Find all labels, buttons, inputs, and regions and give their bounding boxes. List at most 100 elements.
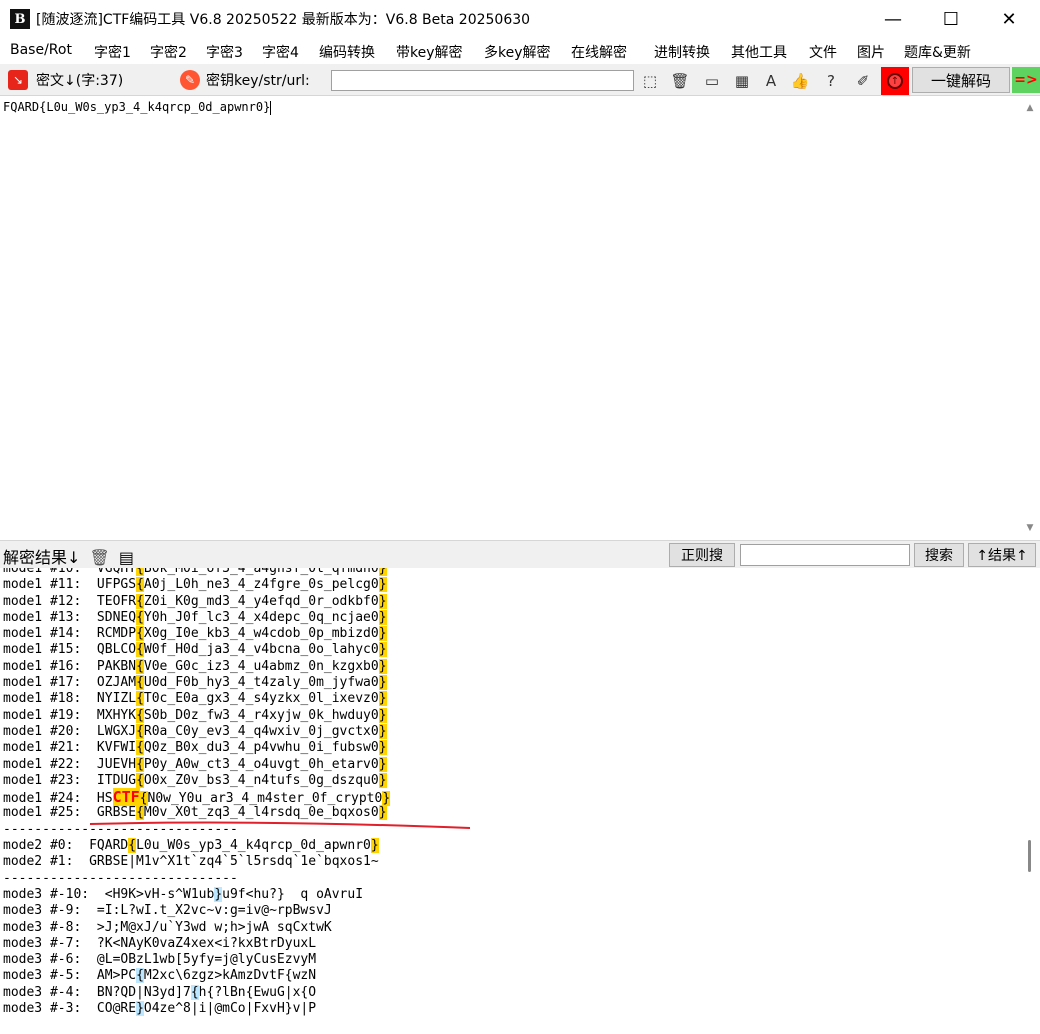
result-body: h{?lBn{EwuG|x{O — [198, 984, 317, 1000]
result-nav-button[interactable]: ↑结果↑ — [968, 543, 1036, 567]
thumbs-up-icon[interactable]: 👍 — [789, 70, 811, 92]
terminal-icon[interactable]: ▭ — [701, 70, 723, 92]
result-line: mode3 #-8: >J;M@xJ/u`Y3wd w;h>jwA sqCxtw… — [3, 920, 1020, 936]
menu-item-7[interactable]: 多key解密 — [484, 42, 551, 62]
result-line: mode3 #-3: CO@RE}O4ze^8|i|@mCo|FxvH}v|P — [3, 1001, 1020, 1017]
minimize-button[interactable]: — — [864, 0, 922, 38]
cipher-input[interactable]: FQARD{L0u_W0s_yp3_4_k4qrcp_0d_apwnr0} — [0, 97, 1020, 539]
arrow-up-icon: ↑ — [887, 73, 903, 89]
key-input[interactable] — [331, 70, 634, 91]
copy-icon[interactable]: ▤ — [119, 548, 134, 567]
brace-highlight: { — [136, 568, 144, 576]
result-line: mode1 #23: ITDUG{O0x_Z0v_bs3_4_n4tufs_0g… — [3, 772, 1020, 789]
brace-highlight: { — [136, 740, 144, 756]
brace-highlight: } — [378, 658, 387, 674]
result-prefix: mode1 #24: HS — [3, 791, 113, 807]
result-line: mode2 #0: FQARD{L0u_W0s_yp3_4_k4qrcp_0d_… — [3, 838, 1020, 854]
brace-highlight: } — [378, 577, 387, 593]
upload-button[interactable]: ↑ — [881, 67, 909, 95]
menu-item-12[interactable]: 图片 — [857, 42, 885, 62]
regex-search-button[interactable]: 正则搜 — [669, 543, 735, 567]
results-scrollbar[interactable] — [1020, 568, 1040, 1034]
toolbar: ↘ 密文↓(字:37) ✎ 密钥key/str/url: ⬚ 🗑 ▭ ▦ A 👍… — [0, 64, 1040, 96]
input-scrollbar[interactable]: ▲ ▼ — [1020, 97, 1040, 539]
result-body: O4ze^8|i|@mCo|FxvH}v|P — [143, 1001, 317, 1017]
one-click-decode-button[interactable]: 一键解码 — [912, 67, 1010, 93]
menu-item-11[interactable]: 文件 — [809, 42, 837, 62]
help-icon[interactable]: ? — [820, 70, 842, 92]
brace-highlight: { — [136, 756, 144, 772]
menu-item-0[interactable]: Base/Rot — [10, 42, 72, 58]
menu-item-8[interactable]: 在线解密 — [571, 42, 627, 62]
brace-highlight: { — [136, 593, 144, 609]
result-line: mode3 #-4: BN?QD|N3yd]7{h{?lBn{EwuG|x{O — [3, 984, 1020, 1001]
menu-item-13[interactable]: 题库&更新 — [904, 42, 971, 62]
clear-results-icon[interactable]: 🗑 — [90, 548, 110, 567]
menu-item-4[interactable]: 字密4 — [262, 42, 299, 62]
brace-highlight: { — [128, 838, 137, 854]
result-line: mode1 #19: MXHYK{S0b_D0z_fw3_4_r4xyjw_0k… — [3, 707, 1020, 724]
brace-highlight: } — [378, 740, 387, 756]
result-body: M2xc\6zgz>kAmzDvtF{wzN — [143, 968, 317, 984]
result-prefix: mode3 #-7: ?K<NAyK0vaZ4xex<i?kxBtrDyuxL — [3, 935, 317, 951]
font-icon[interactable]: A — [760, 70, 782, 92]
brace-highlight: } — [382, 791, 391, 807]
brace-highlight: { — [190, 984, 199, 1000]
brace-highlight: { — [136, 609, 144, 625]
result-prefix: mode1 #17: OZJAM — [3, 675, 137, 691]
brace-highlight: } — [378, 723, 387, 739]
close-button[interactable]: ✕ — [980, 0, 1038, 38]
brace-highlight: { — [136, 723, 144, 739]
result-prefix: ------------------------------ — [3, 870, 238, 886]
result-body: X0g_I0e_kb3_4_w4cdob_0p_mbizd0 — [143, 626, 379, 642]
result-line: mode1 #18: NYIZL{T0c_E0a_gx3_4_s4yzkx_0l… — [3, 691, 1020, 707]
brace-highlight: } — [378, 593, 387, 609]
search-input[interactable] — [740, 544, 910, 566]
eraser-icon[interactable]: ✎ — [180, 70, 200, 90]
result-prefix: mode1 #20: LWGXJ — [3, 723, 137, 739]
brace-highlight: { — [136, 805, 144, 821]
cipher-group: ↘ 密文↓(字:37) — [8, 64, 123, 96]
result-prefix: mode3 #-3: CO@RE — [3, 1001, 137, 1017]
menu-item-2[interactable]: 字密2 — [150, 42, 187, 62]
result-line: mode3 #-6: @L=OBzL1wb[5yfy=j@lyCusEzvyM — [3, 952, 1020, 968]
brace-highlight: { — [136, 577, 144, 593]
cipher-icon[interactable]: ↘ — [8, 70, 28, 90]
menu-item-5[interactable]: 编码转换 — [319, 42, 375, 62]
scroll-thumb[interactable] — [1028, 840, 1031, 872]
cursor-select-icon[interactable]: ⬚ — [639, 70, 661, 92]
results-label: 解密结果↓ — [3, 548, 81, 567]
scroll-down-icon[interactable]: ▼ — [1020, 519, 1040, 537]
result-body: N0w_Y0u_ar3_4_m4ster_0f_crypt0 — [147, 791, 383, 807]
result-body: R0a_C0y_ev3_4_q4wxiv_0j_gvctx0 — [143, 723, 379, 739]
brace-highlight: } — [378, 772, 387, 788]
menu-item-1[interactable]: 字密1 — [94, 42, 131, 62]
result-prefix: mode1 #11: UFPGS — [3, 577, 137, 593]
maximize-button[interactable]: ☐ — [922, 0, 980, 38]
brace-highlight: } — [378, 805, 387, 821]
result-prefix: mode3 #-6: @L=OBzL1wb[5yfy=j@lyCusEzvyM — [3, 952, 317, 968]
search-button[interactable]: 搜索 — [914, 543, 964, 567]
key-label: 密钥key/str/url: — [206, 73, 310, 89]
result-body: P0y_A0w_ct3_4_o4uvgt_0h_etarv0 — [143, 756, 379, 772]
brace-highlight: { — [136, 658, 144, 674]
result-prefix: mode3 #-8: >J;M@xJ/u`Y3wd w;h>jwA sqCxtw… — [3, 919, 332, 935]
results-output[interactable]: mode1 #10: VGQHT{B0k_M0i_of3_4_a4ghsf_0t… — [0, 568, 1020, 1034]
trash-icon[interactable]: 🗑 — [669, 70, 691, 92]
result-body: U0d_F0b_hy3_4_t4zaly_0m_jyfwa0 — [143, 675, 379, 691]
scroll-up-icon[interactable]: ▲ — [1020, 99, 1040, 117]
menu-item-6[interactable]: 带key解密 — [396, 42, 463, 62]
menu-item-10[interactable]: 其他工具 — [731, 42, 787, 62]
menu-item-3[interactable]: 字密3 — [206, 42, 243, 62]
brace-highlight: { — [136, 642, 144, 658]
result-line: mode1 #13: SDNEQ{Y0h_J0f_lc3_4_x4depc_0q… — [3, 609, 1020, 626]
brace-highlight: } — [136, 1001, 144, 1017]
brace-highlight: { — [136, 707, 144, 723]
menu-item-9[interactable]: 进制转换 — [654, 42, 710, 62]
ctf-highlight: CTF — [112, 788, 140, 807]
edit-icon[interactable]: ✐ — [852, 70, 874, 92]
result-prefix: mode1 #13: SDNEQ — [3, 609, 137, 625]
go-button[interactable]: => — [1012, 67, 1040, 93]
result-prefix: mode1 #22: JUEVH — [3, 756, 137, 772]
calculator-icon[interactable]: ▦ — [731, 70, 753, 92]
